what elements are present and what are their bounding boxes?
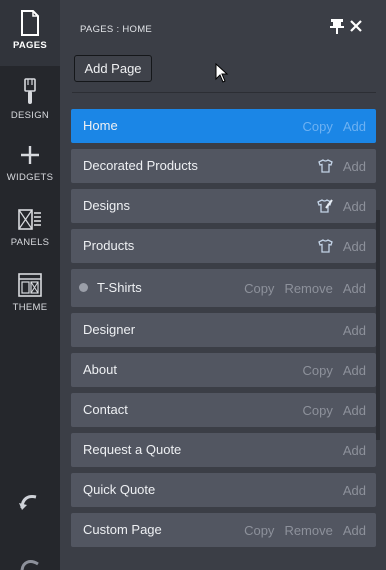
tshirt-icon bbox=[318, 159, 333, 173]
remove-link[interactable]: Remove bbox=[284, 281, 332, 296]
page-row-request-a-quote[interactable]: Request a Quote Add bbox=[71, 433, 376, 467]
add-link[interactable]: Add bbox=[343, 523, 366, 538]
tshirt-brush-icon bbox=[317, 199, 333, 213]
rail-item-label: PANELS bbox=[10, 237, 50, 248]
rail-item-label: WIDGETS bbox=[6, 172, 54, 183]
page-row-label: Home bbox=[83, 118, 118, 133]
remove-link[interactable]: Remove bbox=[284, 523, 332, 538]
expand-toggle-icon[interactable] bbox=[79, 283, 88, 292]
rail-item-design[interactable]: DESIGN bbox=[0, 78, 60, 121]
page-row-about[interactable]: About Copy Add bbox=[71, 353, 376, 387]
page-row-quick-quote[interactable]: Quick Quote Add bbox=[71, 473, 376, 507]
copy-link[interactable]: Copy bbox=[244, 281, 274, 296]
page-row-decorated-products[interactable]: Decorated Products Add bbox=[71, 149, 376, 183]
page-row-home[interactable]: Home Copy Add bbox=[71, 109, 376, 143]
mouse-cursor-icon bbox=[215, 63, 229, 83]
row-actions: Copy Add bbox=[303, 109, 367, 143]
rail-item-label: THEME bbox=[12, 302, 48, 313]
row-actions: Copy Add bbox=[303, 353, 367, 387]
add-link[interactable]: Add bbox=[343, 119, 366, 134]
rail-item-panels[interactable]: PANELS bbox=[0, 207, 60, 248]
page-row-label: About bbox=[83, 362, 117, 377]
tshirt-icon bbox=[318, 239, 333, 253]
row-actions: Copy Add bbox=[303, 393, 367, 427]
page-row-custom-page[interactable]: Custom Page Copy Remove Add bbox=[71, 513, 376, 547]
add-link[interactable]: Add bbox=[343, 443, 366, 458]
pages-panel: PAGES : HOME Add Page Home Copy Add Deco… bbox=[60, 0, 386, 570]
rail-item-label: PAGES bbox=[12, 40, 48, 51]
page-row-label: Request a Quote bbox=[83, 442, 182, 457]
add-link[interactable]: Add bbox=[343, 403, 366, 418]
copy-link[interactable]: Copy bbox=[244, 523, 274, 538]
page-row-label: Custom Page bbox=[83, 522, 162, 537]
rail-item-pages[interactable]: PAGES bbox=[0, 10, 60, 51]
close-icon[interactable] bbox=[349, 18, 363, 34]
copy-link[interactable]: Copy bbox=[303, 363, 333, 378]
rail-item-theme[interactable]: THEME bbox=[0, 272, 60, 313]
row-actions: Copy Remove Add bbox=[244, 269, 366, 307]
rail-item-label: DESIGN bbox=[10, 110, 50, 121]
page-row-label: T-Shirts bbox=[97, 280, 142, 295]
add-link[interactable]: Add bbox=[343, 239, 366, 254]
add-link[interactable]: Add bbox=[343, 281, 366, 296]
row-actions: Add bbox=[343, 473, 366, 507]
divider bbox=[72, 92, 376, 93]
redo-icon[interactable] bbox=[18, 556, 42, 570]
page-row-label: Designer bbox=[83, 322, 136, 337]
page-row-label: Decorated Products bbox=[83, 158, 198, 173]
left-rail: PAGES DESIGN WIDGETS PANELS THEME bbox=[0, 0, 60, 570]
brush-icon bbox=[24, 78, 36, 104]
plus-icon bbox=[21, 146, 39, 164]
pin-icon[interactable] bbox=[330, 18, 344, 34]
row-actions: Copy Remove Add bbox=[244, 513, 366, 547]
page-row-label: Quick Quote bbox=[83, 482, 156, 497]
add-page-button[interactable]: Add Page bbox=[74, 55, 152, 82]
theme-icon bbox=[18, 273, 42, 297]
page-row-t-shirts[interactable]: T-Shirts Copy Remove Add bbox=[71, 269, 376, 307]
copy-link[interactable]: Copy bbox=[303, 403, 333, 418]
rail-item-widgets[interactable]: WIDGETS bbox=[0, 144, 60, 183]
page-row-designs[interactable]: Designs Add bbox=[71, 189, 376, 223]
add-link[interactable]: Add bbox=[343, 363, 366, 378]
page-row-designer[interactable]: Designer Add bbox=[71, 313, 376, 347]
undo-icon[interactable] bbox=[18, 490, 42, 512]
add-link[interactable]: Add bbox=[343, 199, 366, 214]
page-row-products[interactable]: Products Add bbox=[71, 229, 376, 263]
scrollbar[interactable] bbox=[376, 210, 380, 440]
page-row-label: Contact bbox=[83, 402, 128, 417]
add-link[interactable]: Add bbox=[343, 483, 366, 498]
page-icon bbox=[21, 10, 39, 36]
row-actions: Add bbox=[343, 433, 366, 467]
row-actions: Add bbox=[317, 189, 366, 223]
page-row-label: Products bbox=[83, 238, 135, 253]
panels-icon bbox=[18, 209, 41, 230]
row-actions: Add bbox=[318, 149, 366, 183]
row-actions: Add bbox=[343, 313, 366, 347]
add-link[interactable]: Add bbox=[343, 323, 366, 338]
add-link[interactable]: Add bbox=[343, 159, 366, 174]
panel-title: PAGES : HOME bbox=[80, 24, 153, 35]
page-row-contact[interactable]: Contact Copy Add bbox=[71, 393, 376, 427]
page-row-label: Designs bbox=[83, 198, 130, 213]
copy-link[interactable]: Copy bbox=[303, 119, 333, 134]
row-actions: Add bbox=[318, 229, 366, 263]
